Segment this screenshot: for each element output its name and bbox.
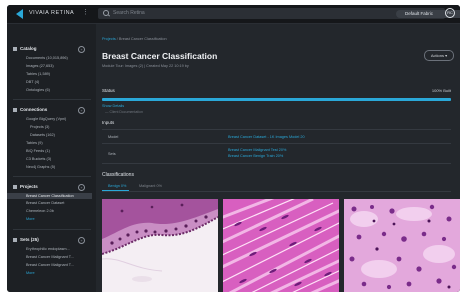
sidebar-item[interactable]: Chemeleon 2.0b bbox=[26, 209, 54, 213]
sidebar-divider bbox=[13, 229, 91, 230]
status-label: Status bbox=[102, 88, 115, 93]
inputs-value-link[interactable]: Breast Cancer Malignant Test 20% bbox=[228, 148, 286, 152]
catalog-icon bbox=[13, 46, 17, 51]
add-icon[interactable]: + bbox=[78, 237, 85, 244]
active-tab-indicator bbox=[102, 190, 129, 191]
breadcrumb-separator: / bbox=[116, 37, 118, 41]
sidebar-divider bbox=[13, 176, 91, 177]
sidebar-item[interactable]: Breast Cancer Dataset bbox=[26, 201, 64, 205]
sidebar-item[interactable]: Breast Cancer Malignant T... bbox=[26, 263, 74, 267]
sidebar-section-title: Projects bbox=[20, 184, 38, 189]
inputs-value-link[interactable]: Breast Cancer Benign Train 20% bbox=[228, 154, 283, 158]
details-subtext: — Client Documentation bbox=[105, 110, 143, 114]
sidebar-more-link[interactable]: More bbox=[26, 217, 35, 221]
status-value: 100% Built bbox=[431, 88, 451, 93]
build-progress-bar bbox=[102, 98, 451, 101]
sidebar-item[interactable]: Documents (10,015,896) bbox=[26, 56, 68, 60]
projects-icon bbox=[13, 184, 17, 189]
breadcrumb-current: Breast Cancer Classification bbox=[118, 37, 167, 41]
breadcrumb: Projects / Breast Cancer Classification bbox=[102, 37, 167, 41]
sidebar-item[interactable]: DBT (4) bbox=[26, 80, 39, 84]
add-icon[interactable]: + bbox=[78, 107, 85, 114]
sidebar-item[interactable]: C3 Buckets (3) bbox=[26, 157, 51, 161]
sets-icon bbox=[13, 237, 17, 242]
inputs-key: Model bbox=[108, 135, 119, 139]
actions-button[interactable]: Actions ▾ bbox=[424, 50, 454, 61]
page-subtitle: Module Tour: Images (2) | Created May 22… bbox=[102, 64, 189, 68]
avatar[interactable]: RC bbox=[445, 8, 455, 18]
show-details-link[interactable]: Show Details bbox=[102, 104, 124, 108]
sidebar-item[interactable]: Projects (3) bbox=[30, 125, 49, 129]
sidebar-section-catalog[interactable]: Catalog bbox=[13, 46, 37, 51]
sidebar-item[interactable]: Tables (1,589) bbox=[26, 72, 50, 76]
histology-image[interactable] bbox=[223, 199, 339, 292]
sidebar-item-selected[interactable]: Breast Cancer Classification bbox=[7, 193, 92, 199]
build-progress-fill bbox=[102, 98, 451, 101]
brand-logo-icon[interactable] bbox=[16, 9, 23, 19]
search-placeholder: Search Retina bbox=[113, 10, 145, 16]
sidebar-section-connections[interactable]: Connections bbox=[13, 107, 47, 112]
tab-benign[interactable]: Benign 0% bbox=[108, 184, 126, 188]
sidebar-section-title: Sets (25) bbox=[20, 237, 39, 242]
sidebar-item[interactable]: Breast Cancer Malignant T... bbox=[26, 255, 74, 259]
sidebar-more-link[interactable]: More bbox=[26, 271, 35, 275]
inputs-key: Sets bbox=[108, 152, 116, 156]
sidebar-item[interactable]: Erythrophilic endoplasm... bbox=[26, 247, 70, 251]
inputs-heading: Inputs bbox=[102, 120, 115, 125]
fabric-select-label: Default Fabric bbox=[405, 10, 434, 16]
sidebar-item[interactable]: Ontologies (6) bbox=[26, 88, 50, 92]
add-icon[interactable]: + bbox=[78, 184, 85, 191]
sidebar-item[interactable]: Google BigQuery (Vpni) bbox=[26, 117, 66, 121]
sidebar: Catalog + Documents (10,015,896) Images … bbox=[7, 24, 96, 292]
classification-tabs: Benign 0% Malignant 0% bbox=[102, 183, 451, 192]
search-icon bbox=[103, 10, 109, 16]
more-vert-icon[interactable]: ⋮ bbox=[82, 8, 89, 16]
top-bar: VIVAIA RETINA ⋮ Search Retina Default Fa… bbox=[7, 5, 460, 24]
sidebar-section-projects[interactable]: Projects bbox=[13, 184, 38, 189]
search-input[interactable]: Search Retina Default Fabric ▾ bbox=[98, 8, 460, 19]
histology-image[interactable] bbox=[344, 199, 460, 292]
sidebar-item[interactable]: Neo4j Graphs (5) bbox=[26, 165, 55, 169]
app-window: VIVAIA RETINA ⋮ Search Retina Default Fa… bbox=[7, 5, 460, 292]
table-row: Model Breast Cancer Dataset - 1K Images … bbox=[102, 129, 451, 144]
histology-image[interactable] bbox=[102, 199, 218, 292]
inputs-value-link[interactable]: Breast Cancer Dataset - 1K Images Model … bbox=[228, 135, 305, 139]
classifications-heading: Classifications bbox=[102, 172, 134, 178]
breadcrumb-link-projects[interactable]: Projects bbox=[102, 37, 116, 41]
sidebar-section-title: Catalog bbox=[20, 46, 37, 51]
table-row: Sets Breast Cancer Malignant Test 20% Br… bbox=[102, 143, 451, 164]
table-bottom-border bbox=[102, 163, 451, 165]
brand-name: VIVAIA RETINA bbox=[29, 10, 75, 16]
main-content: Projects / Breast Cancer Classification … bbox=[96, 24, 460, 292]
sidebar-item[interactable]: Datasets (162) bbox=[30, 133, 55, 137]
connections-icon bbox=[13, 107, 17, 112]
page-title: Breast Cancer Classification bbox=[102, 51, 218, 61]
sidebar-item[interactable]: Tables (9) bbox=[26, 141, 43, 145]
sidebar-item[interactable]: Images (27,653) bbox=[26, 64, 54, 68]
tab-malignant[interactable]: Malignant 0% bbox=[139, 184, 162, 188]
sidebar-item[interactable]: BIQ Feeds (1) bbox=[26, 149, 50, 153]
sidebar-divider bbox=[13, 99, 91, 100]
sidebar-section-sets[interactable]: Sets (25) bbox=[13, 237, 39, 242]
add-icon[interactable]: + bbox=[78, 46, 85, 53]
sidebar-section-title: Connections bbox=[20, 107, 48, 112]
